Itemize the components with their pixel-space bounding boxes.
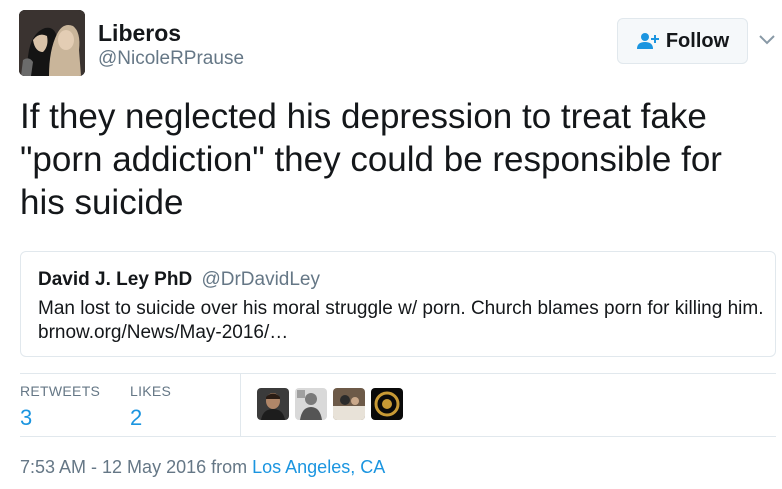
profile-photo-icon <box>19 10 85 76</box>
quoted-tweet-card[interactable]: David J. Ley PhD @DrDavidLey Man lost to… <box>20 251 776 357</box>
likes-stat[interactable]: LIKES 2 <box>130 383 171 431</box>
retweets-stat[interactable]: RETWEETS 3 <box>20 383 100 431</box>
stats-bottom-divider <box>20 436 776 437</box>
follow-button[interactable]: Follow <box>617 18 748 64</box>
likes-count: 2 <box>130 405 143 430</box>
liker-avatar-2-icon <box>295 388 327 420</box>
liker-avatar[interactable] <box>333 388 365 420</box>
liker-avatars <box>257 388 403 420</box>
quoted-author-handle: @DrDavidLey <box>201 269 320 290</box>
retweets-count: 3 <box>20 405 33 430</box>
chevron-down-icon[interactable] <box>758 30 776 48</box>
liker-avatar[interactable] <box>295 388 327 420</box>
tweet-footer: 7:53 AM - 12 May 2016 from Los Angeles, … <box>20 457 385 478</box>
stats-separator <box>240 373 241 436</box>
liker-avatar-4-icon <box>371 388 403 420</box>
retweets-label: RETWEETS <box>20 383 101 399</box>
stats-top-divider <box>20 373 776 374</box>
author-avatar[interactable] <box>19 10 85 76</box>
likes-label: LIKES <box>130 383 172 399</box>
tweet-text: If they neglected his depression to trea… <box>20 97 722 222</box>
liker-avatar[interactable] <box>371 388 403 420</box>
liker-avatar-3-icon <box>333 388 365 420</box>
author-display-name[interactable]: Liberos <box>98 20 181 47</box>
liker-avatar[interactable] <box>257 388 289 420</box>
quoted-author-name: David J. Ley PhD <box>38 269 193 290</box>
add-user-icon <box>636 33 659 49</box>
follow-button-label: Follow <box>665 29 730 52</box>
quoted-tweet-text: Man lost to suicide over his moral strug… <box>38 298 764 343</box>
tweet-timestamp[interactable]: 7:53 AM - 12 May 2016 from <box>20 457 247 477</box>
liker-avatar-1-icon <box>257 388 289 420</box>
tweet-location[interactable]: Los Angeles, CA <box>252 457 385 477</box>
author-handle[interactable]: @NicoleRPrause <box>98 48 244 70</box>
